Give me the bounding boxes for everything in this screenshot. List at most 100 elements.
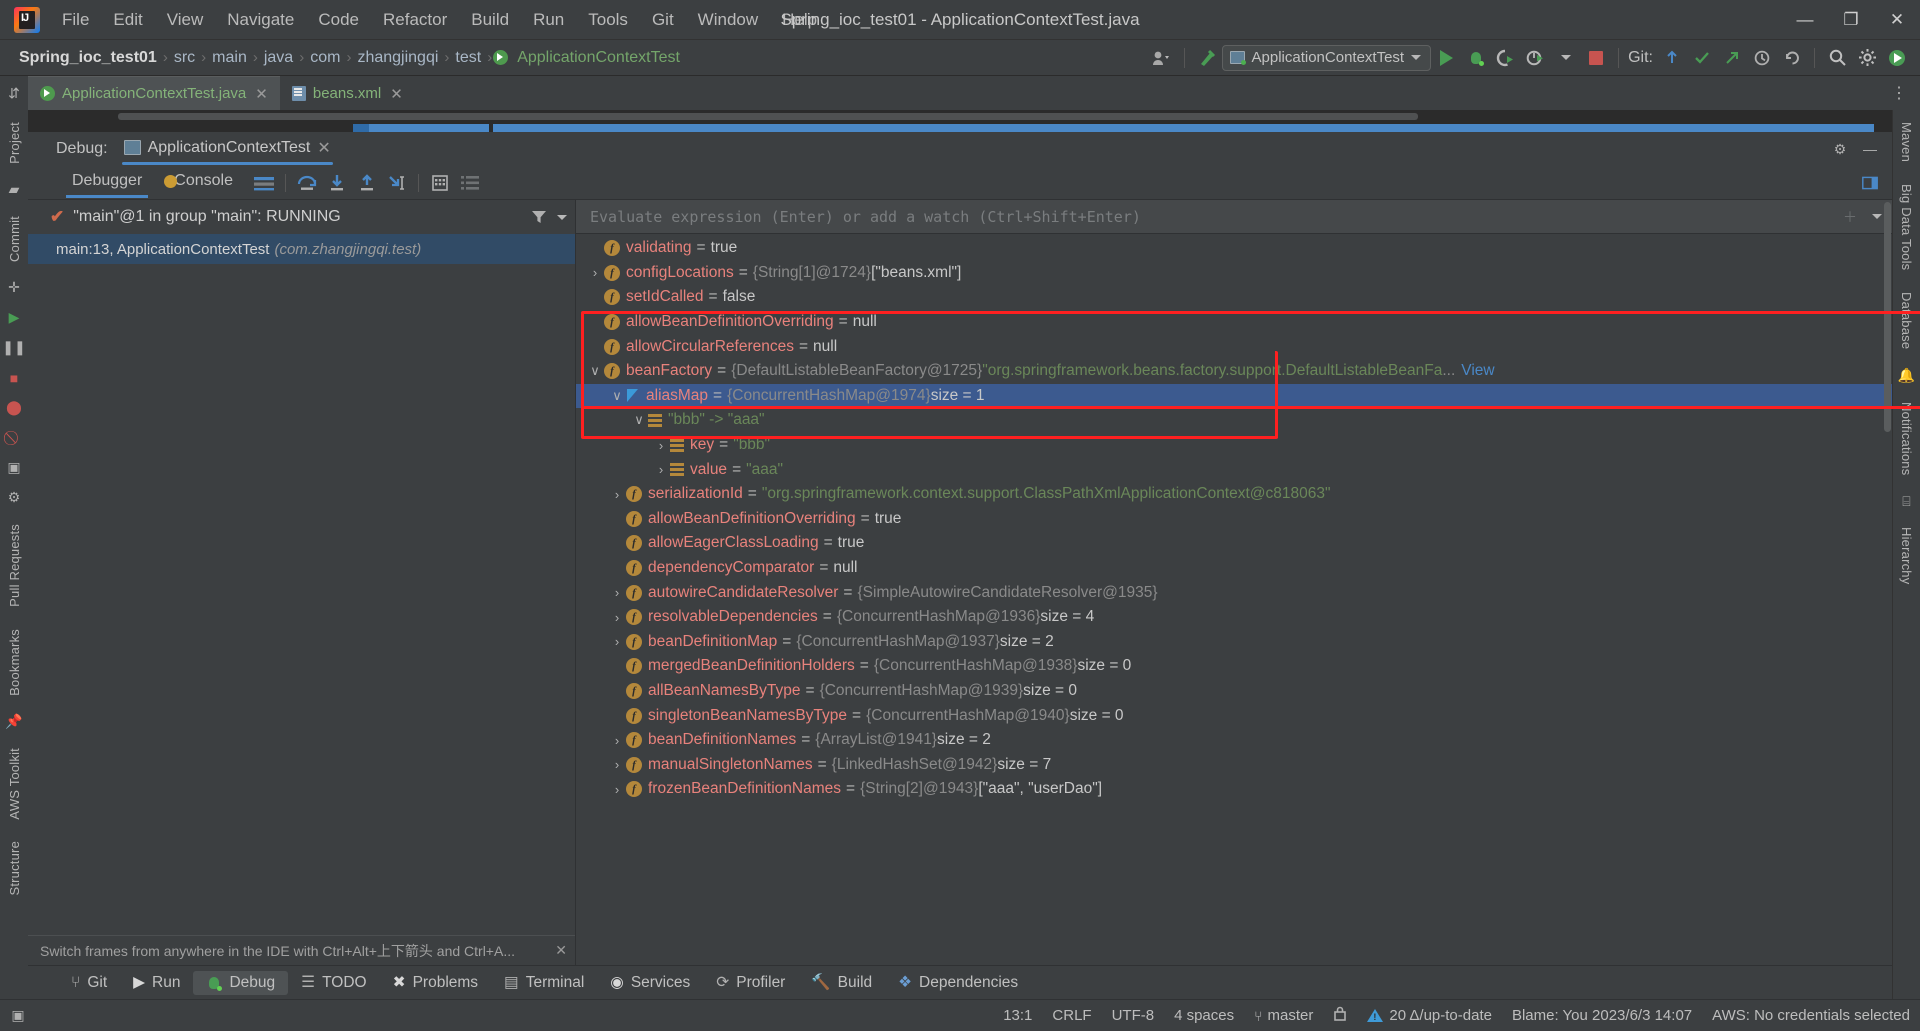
bottom-tool-build[interactable]: 🔨 Build	[798, 970, 885, 995]
close-button[interactable]: ✕	[1874, 0, 1920, 40]
variable-row[interactable]: ∨"bbb" -> "aaa"	[576, 408, 1892, 433]
sidebar-item-hierarchy[interactable]: Hierarchy	[1899, 521, 1914, 590]
pause-icon[interactable]: ❚❚	[4, 338, 24, 358]
chevron-right-icon[interactable]: ›	[608, 610, 626, 625]
sidebar-item-project[interactable]: Project	[7, 116, 22, 170]
breadcrumb-java[interactable]: java	[259, 49, 298, 67]
sidebar-item-pull-requests[interactable]: Pull Requests	[7, 518, 22, 613]
pin-icon[interactable]: 📌	[4, 712, 24, 732]
folder-icon[interactable]: ▰	[4, 180, 24, 200]
chevron-right-icon[interactable]: ›	[608, 782, 626, 797]
git-branch-widget[interactable]: ⑂ master	[1254, 1007, 1313, 1024]
editor-tab-beans-xml[interactable]: beans.xml ✕	[280, 76, 415, 110]
variable-row[interactable]: ›fsetIdCalled=false	[576, 285, 1892, 310]
thread-selector[interactable]: ✔ "main"@1 in group "main": RUNNING	[28, 200, 575, 234]
chevron-right-icon[interactable]: ›	[652, 438, 670, 453]
breadcrumb-zhangjingqi[interactable]: zhangjingqi	[352, 49, 443, 67]
variable-row[interactable]: ›fsingletonBeanNamesByType={ConcurrentHa…	[576, 703, 1892, 728]
hierarchy-icon[interactable]: ⌸	[1897, 491, 1917, 511]
variable-row[interactable]: ›fallowBeanDefinitionOverriding=null	[576, 310, 1892, 335]
settings-icon[interactable]	[1852, 44, 1882, 72]
run-button[interactable]	[1431, 44, 1461, 72]
aws-credentials-widget[interactable]: AWS: No credentials selected	[1712, 1007, 1910, 1024]
breakpoint-icon[interactable]: ⬤	[4, 398, 24, 418]
evaluate-input-placeholder[interactable]: Evaluate expression (Enter) or add a wat…	[590, 208, 1141, 226]
close-icon[interactable]: ✕	[255, 85, 268, 103]
step-out-icon[interactable]	[352, 170, 382, 196]
menu-file[interactable]: File	[50, 6, 101, 34]
close-icon[interactable]: ✕	[390, 85, 403, 103]
settings-list-icon[interactable]	[455, 170, 485, 196]
sidebar-item-structure[interactable]: Structure	[7, 835, 22, 902]
build-hammer-icon[interactable]	[1192, 44, 1222, 72]
menu-window[interactable]: Window	[686, 6, 770, 34]
history-icon[interactable]	[1747, 44, 1777, 72]
breadcrumb-project[interactable]: Spring_ioc_test01	[14, 49, 162, 67]
notifications-bell-icon[interactable]: 🔔	[1897, 366, 1917, 386]
chevron-down-icon[interactable]: ∨	[586, 363, 604, 379]
variable-row[interactable]: ›fallowBeanDefinitionOverriding=true	[576, 507, 1892, 532]
chevron-right-icon[interactable]: ›	[608, 757, 626, 772]
inspections-widget[interactable]: ! 20 Δ/up-to-date	[1367, 1007, 1492, 1024]
frame-row[interactable]: main:13, ApplicationContextTest (com.zha…	[28, 234, 575, 264]
variable-row[interactable]: ∨aliasMap={ConcurrentHashMap@1974} size …	[576, 384, 1892, 409]
menu-navigate[interactable]: Navigate	[215, 6, 306, 34]
debug-button[interactable]	[1461, 44, 1491, 72]
breadcrumb-class[interactable]: ApplicationContextTest	[512, 49, 685, 67]
bottom-tool-debug[interactable]: Debug	[193, 971, 288, 995]
toggle-tool-windows-icon[interactable]: ▣	[8, 1006, 28, 1026]
chevron-right-icon[interactable]: ›	[652, 462, 670, 477]
variables-tree[interactable]: ›fvalidating=true›fconfigLocations={Stri…	[576, 234, 1892, 965]
breadcrumb-main[interactable]: main	[207, 49, 252, 67]
sidebar-item-maven[interactable]: Maven	[1899, 116, 1914, 168]
variable-row[interactable]: ›fallowEagerClassLoading=true	[576, 531, 1892, 556]
chevron-right-icon[interactable]: ›	[608, 487, 626, 502]
chevron-right-icon[interactable]: ›	[586, 265, 604, 280]
profiler-button[interactable]	[1521, 44, 1551, 72]
filter-icon[interactable]	[529, 207, 549, 227]
ide-avatar-icon[interactable]	[1882, 44, 1912, 72]
add-watch-icon[interactable]: ＋	[1840, 207, 1860, 227]
tab-debugger[interactable]: Debugger	[56, 168, 158, 198]
sidebar-item-commit[interactable]: Commit	[7, 210, 22, 268]
sidebar-item-big-data-tools[interactable]: Big Data Tools	[1899, 178, 1914, 276]
close-icon[interactable]: ✕	[317, 138, 330, 158]
variable-row[interactable]: ›fmanualSingletonNames={LinkedHashSet@19…	[576, 752, 1892, 777]
bottom-tool-dependencies[interactable]: ❖ Dependencies	[885, 970, 1031, 995]
chevron-down-icon[interactable]: ∨	[630, 412, 648, 428]
indent-setting[interactable]: 4 spaces	[1174, 1007, 1234, 1024]
gear-icon[interactable]: ⚙	[1830, 139, 1850, 159]
mute-breakpoints-icon[interactable]: ⃠	[4, 428, 24, 448]
stop-icon[interactable]: ■	[4, 368, 24, 388]
run-to-cursor-icon[interactable]	[382, 170, 412, 196]
breadcrumb-src[interactable]: src	[169, 49, 200, 67]
sidebar-item-aws-toolkit[interactable]: AWS Toolkit	[7, 742, 22, 826]
sidebar-item-database[interactable]: Database	[1899, 286, 1914, 355]
variable-row[interactable]: ›fallowCircularReferences=null	[576, 334, 1892, 359]
blame-widget[interactable]: Blame: You 2023/6/3 14:07	[1512, 1007, 1692, 1024]
file-encoding[interactable]: UTF-8	[1112, 1007, 1155, 1024]
chevron-down-icon[interactable]: ∨	[608, 388, 626, 404]
gear-icon[interactable]: ⚙	[4, 488, 24, 508]
breadcrumb-test[interactable]: test	[450, 49, 486, 67]
screenshot-icon[interactable]: ▣	[4, 458, 24, 478]
evaluate-expression-bar[interactable]: Evaluate expression (Enter) or add a wat…	[576, 200, 1892, 234]
more-options-icon[interactable]: ⋮	[1891, 83, 1908, 103]
bottom-tool-run[interactable]: ▶ Run	[120, 970, 193, 995]
menu-run[interactable]: Run	[521, 6, 576, 34]
bottom-tool-services[interactable]: ◉ Services	[597, 970, 703, 995]
view-link[interactable]: View	[1461, 362, 1494, 380]
debug-resume-icon[interactable]: ▶	[4, 308, 24, 328]
lock-icon[interactable]	[1333, 1006, 1347, 1026]
debug-session-tab[interactable]: ApplicationContextTest ✕	[118, 134, 337, 165]
menu-edit[interactable]: Edit	[101, 6, 154, 34]
layout-icon[interactable]	[249, 170, 279, 196]
hide-icon[interactable]: —	[1860, 139, 1880, 159]
variable-row[interactable]: ›fmergedBeanDefinitionHolders={Concurren…	[576, 654, 1892, 679]
tab-console[interactable]: Console	[158, 168, 249, 198]
variable-row[interactable]: ›fresolvableDependencies={ConcurrentHash…	[576, 605, 1892, 630]
chevron-down-icon[interactable]	[1551, 44, 1581, 72]
editor-horizontal-scrollbar[interactable]	[118, 113, 1418, 120]
maximize-button[interactable]: ❐	[1828, 0, 1874, 40]
chevron-right-icon[interactable]: ›	[608, 733, 626, 748]
